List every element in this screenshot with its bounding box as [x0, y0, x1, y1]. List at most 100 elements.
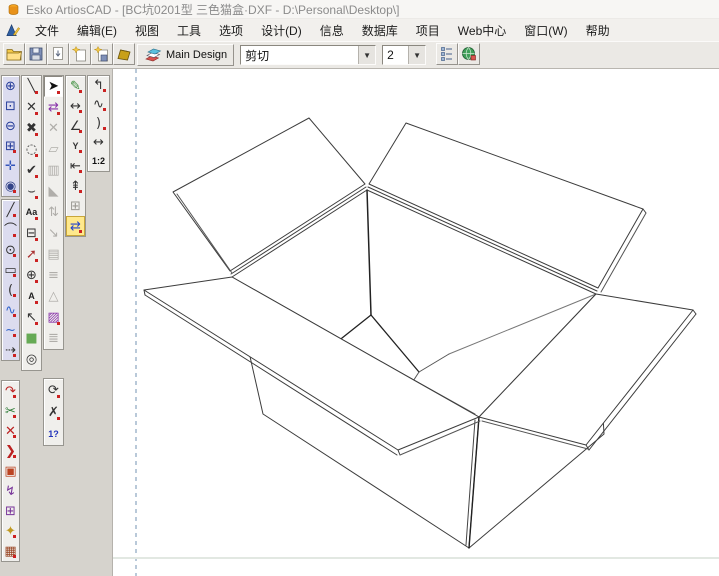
- double-cut-tool[interactable]: ✖: [22, 118, 41, 139]
- measure-query-tool[interactable]: 1?: [44, 423, 63, 445]
- line-tool[interactable]: ╱: [2, 200, 19, 220]
- menu-item-0[interactable]: 文件: [26, 21, 68, 41]
- width-arrow-tool[interactable]: ↔: [88, 133, 109, 152]
- dotted-circle-tool[interactable]: ◌: [22, 139, 41, 160]
- cross-break-tool[interactable]: ✕: [22, 97, 41, 118]
- group-edit-tool[interactable]: ⊞: [2, 501, 19, 521]
- circle-tool[interactable]: ⊙: [2, 240, 19, 260]
- flyout-dot: [35, 175, 38, 178]
- select-tool[interactable]: ➤: [44, 76, 63, 97]
- offset-line-tool[interactable]: ⇢: [2, 340, 19, 360]
- hatch-fill-tool[interactable]: ■: [22, 328, 41, 349]
- combo-arrow-icon[interactable]: ▼: [358, 46, 375, 64]
- main-design-button[interactable]: Main Design: [137, 44, 234, 66]
- zoom-window[interactable]: ⊡: [2, 96, 19, 116]
- text-tool[interactable]: Aa: [22, 202, 41, 223]
- menu-item-3[interactable]: 工具: [168, 21, 210, 41]
- bezier-tool[interactable]: ~: [2, 320, 19, 340]
- branch-dimension-tool[interactable]: Y: [66, 136, 85, 156]
- publish-button[interactable]: [458, 43, 480, 65]
- scale-object-tool[interactable]: ⇅: [44, 202, 63, 223]
- grid-dimension-tool[interactable]: ⊞: [66, 196, 85, 216]
- menu-item-10[interactable]: 窗口(W): [515, 21, 576, 41]
- measure-query-tool-icon: 1?: [48, 430, 59, 439]
- pan[interactable]: ✛: [2, 156, 19, 176]
- open-button[interactable]: [3, 43, 25, 65]
- count-combo[interactable]: 2 ▼: [382, 45, 426, 65]
- group-edit-tool-icon: ⊞: [5, 505, 16, 518]
- leader-text-tool[interactable]: ↖: [22, 307, 41, 328]
- edit-dimension-tool[interactable]: ✎: [66, 76, 85, 96]
- mirror-object-tool[interactable]: ↘: [44, 223, 63, 244]
- rectangle-tool[interactable]: ▭: [2, 260, 19, 280]
- menu-item-2[interactable]: 视图: [126, 21, 168, 41]
- dimension-boxes-tool[interactable]: ⊟: [22, 223, 41, 244]
- zoom-out[interactable]: ⊖: [2, 116, 19, 136]
- zoom-rescale[interactable]: ⊞: [2, 136, 19, 156]
- extend-tool[interactable]: ✦: [2, 521, 19, 541]
- stairs-copy-tool[interactable]: ≣: [44, 328, 63, 349]
- copy-object-tool[interactable]: ▥: [44, 160, 63, 181]
- stairs-copy-tool-icon: ≣: [48, 332, 59, 345]
- angle-dimension-tool[interactable]: ∠: [66, 116, 85, 136]
- combo-arrow-icon[interactable]: ▼: [408, 46, 425, 64]
- z-profile-tool[interactable]: ↰: [88, 76, 109, 95]
- align-tool-icon: △: [49, 290, 59, 303]
- save-embedded-design-button[interactable]: [91, 43, 113, 65]
- style-combo[interactable]: 剪切 ▼: [240, 45, 376, 65]
- menu-item-7[interactable]: 数据库: [353, 21, 407, 41]
- sequence-tool[interactable]: ↯: [2, 481, 19, 501]
- menu-item-11[interactable]: 帮助: [577, 21, 619, 41]
- window-title: Esko ArtiosCAD - [BC坑0201型 三色猫盒·DXF - D:…: [26, 1, 399, 18]
- delete-object-tool[interactable]: ✕: [44, 118, 63, 139]
- view-mode[interactable]: ◉: [2, 176, 19, 196]
- stack-dimension-tool[interactable]: ⇞: [66, 176, 85, 196]
- workspace-button[interactable]: [113, 43, 135, 65]
- arc-through-point-tool[interactable]: (: [2, 280, 19, 300]
- rectangle-select-tool[interactable]: ▱: [44, 139, 63, 160]
- properties-button[interactable]: [436, 43, 458, 65]
- fillet-tool[interactable]: ↷: [2, 381, 19, 401]
- check-direction-tool[interactable]: ✔: [22, 160, 41, 181]
- auto-dimension-tool[interactable]: ⇄: [66, 216, 85, 236]
- curve-tool[interactable]: ∿: [2, 300, 19, 320]
- zoom-in[interactable]: ⊕: [2, 76, 19, 96]
- flip-check-tool[interactable]: ✗: [44, 401, 63, 423]
- horizontal-dimension-tool[interactable]: ↔: [66, 96, 85, 116]
- menu-item-1[interactable]: 编辑(E): [68, 21, 126, 41]
- registration-mark-tool[interactable]: ⊕: [22, 265, 41, 286]
- rotate-object-tool[interactable]: ◣: [44, 181, 63, 202]
- delete-segment-tool[interactable]: ✕: [2, 421, 19, 441]
- scale-ratio-label[interactable]: 1:2: [88, 152, 109, 171]
- menu-item-9[interactable]: Web中心: [449, 21, 515, 41]
- export-button[interactable]: [47, 43, 69, 65]
- bridge-tool[interactable]: ❯: [2, 441, 19, 461]
- layer-stack-tool[interactable]: ≡: [44, 265, 63, 286]
- drawing-canvas[interactable]: [113, 69, 719, 576]
- move-copy-tool[interactable]: ⇄: [44, 97, 63, 118]
- extension-dimension-tool[interactable]: ⇤: [66, 156, 85, 176]
- hook-curve-tool[interactable]: ⌣: [22, 181, 41, 202]
- new-embedded-design-button[interactable]: [69, 43, 91, 65]
- rotate-view-tool[interactable]: ⟳: [44, 379, 63, 401]
- arc-tool[interactable]: ⌒: [2, 220, 19, 240]
- paragraph-text-tool[interactable]: A: [22, 286, 41, 307]
- align-tool[interactable]: △: [44, 286, 63, 307]
- clip-mark-tool[interactable]: ◎: [22, 349, 41, 370]
- wave-profile-tool[interactable]: ∿: [88, 95, 109, 114]
- arrow-annotation-tool[interactable]: ➚: [22, 244, 41, 265]
- trim-tool[interactable]: ✂: [2, 401, 19, 421]
- menu-item-6[interactable]: 信息: [311, 21, 353, 41]
- menu-item-8[interactable]: 项目: [407, 21, 449, 41]
- flyout-dot: [13, 254, 16, 257]
- flyout-dot: [13, 190, 16, 193]
- menu-item-4[interactable]: 选项: [210, 21, 252, 41]
- group-object-tool[interactable]: ▨: [44, 307, 63, 328]
- menu-item-5[interactable]: 设计(D): [252, 21, 311, 41]
- d-profile-tool[interactable]: ): [88, 114, 109, 133]
- select-segment-tool[interactable]: ╲: [22, 76, 41, 97]
- array-copy-tool[interactable]: ▤: [44, 244, 63, 265]
- merge-tool[interactable]: ▦: [2, 541, 19, 561]
- save-button[interactable]: [25, 43, 47, 65]
- move-to-layer-tool[interactable]: ▣: [2, 461, 19, 481]
